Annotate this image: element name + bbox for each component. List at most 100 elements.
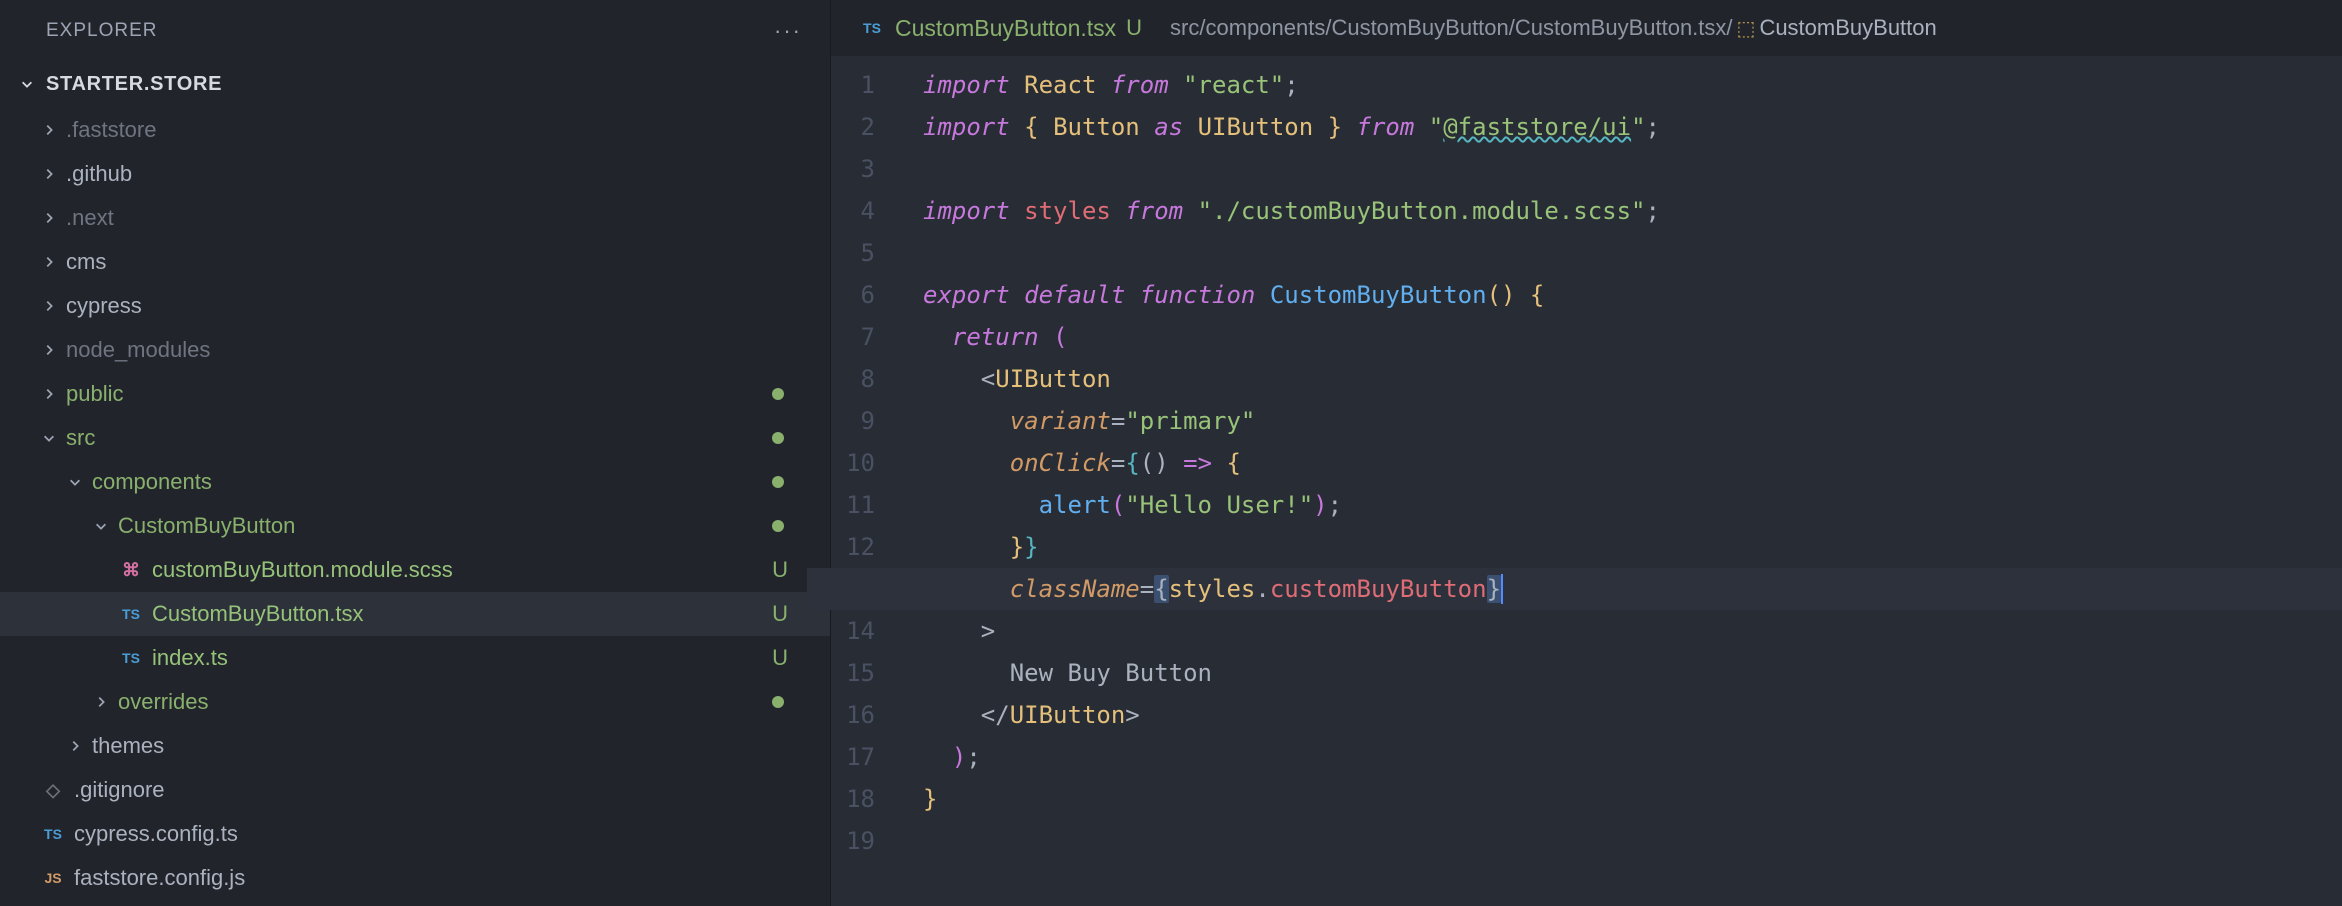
- tree-item-label: .next: [66, 205, 114, 231]
- tree-item-label: .faststore: [66, 117, 156, 143]
- code-line[interactable]: export default function CustomBuyButton(…: [899, 274, 2342, 316]
- line-number: 9: [831, 400, 875, 442]
- file-custombuybutton-tsx[interactable]: TSCustomBuyButton.tsxU: [0, 592, 830, 636]
- project-header[interactable]: STARTER.STORE: [0, 62, 830, 106]
- tab-filename: CustomBuyButton.tsx: [895, 15, 1116, 42]
- chevron-right-icon: [92, 693, 110, 711]
- code-line[interactable]: </UIButton>: [899, 694, 2342, 736]
- code-line[interactable]: <UIButton: [899, 358, 2342, 400]
- file-tree: .faststore .github .next cms cypress node_mod…: [0, 106, 830, 906]
- git-status-badge: U: [772, 601, 788, 627]
- code-line[interactable]: onClick={() => {: [899, 442, 2342, 484]
- folder--github[interactable]: .github: [0, 152, 830, 196]
- ts-icon: TS: [118, 650, 144, 666]
- line-number: 6: [831, 274, 875, 316]
- code-line[interactable]: className={styles.customBuyButton}: [807, 568, 2342, 610]
- tab-custombuybutton[interactable]: TS CustomBuyButton.tsx U: [843, 0, 1158, 56]
- code-line[interactable]: alert("Hello User!");: [899, 484, 2342, 526]
- git-modified-dot: [772, 476, 784, 488]
- folder-node-modules[interactable]: node_modules: [0, 328, 830, 372]
- code-line[interactable]: }: [899, 778, 2342, 820]
- project-title: STARTER.STORE: [46, 73, 222, 96]
- line-number: 5: [831, 232, 875, 274]
- code-line[interactable]: [899, 232, 2342, 274]
- tree-item-label: overrides: [118, 689, 208, 715]
- code-line[interactable]: import styles from "./customBuyButton.mo…: [899, 190, 2342, 232]
- line-number: 18: [831, 778, 875, 820]
- tree-item-label: src: [66, 425, 95, 451]
- text-caret: [1501, 574, 1503, 604]
- folder-themes[interactable]: themes: [0, 724, 830, 768]
- folder-components[interactable]: components: [0, 460, 830, 504]
- chevron-right-icon: [40, 385, 58, 403]
- code-line[interactable]: New Buy Button: [899, 652, 2342, 694]
- git-status-badge: U: [772, 645, 788, 671]
- folder-cypress[interactable]: cypress: [0, 284, 830, 328]
- git-modified-dot: [772, 432, 784, 444]
- code-line[interactable]: [899, 148, 2342, 190]
- folder-src[interactable]: src: [0, 416, 830, 460]
- more-icon[interactable]: ···: [774, 18, 802, 44]
- line-number: 12: [831, 526, 875, 568]
- chevron-down-icon: [40, 429, 58, 447]
- file--gitignore[interactable]: ◇.gitignore: [0, 768, 830, 812]
- file-faststore-config-js[interactable]: JSfaststore.config.js: [0, 856, 830, 900]
- file-custombuybutton-module-scss[interactable]: ⌘customBuyButton.module.scssU: [0, 548, 830, 592]
- git-modified-dot: [772, 520, 784, 532]
- folder-custombuybutton[interactable]: CustomBuyButton: [0, 504, 830, 548]
- tree-item-label: cms: [66, 249, 106, 275]
- code-line[interactable]: import { Button as UIButton } from "@fas…: [899, 106, 2342, 148]
- breadcrumb-path: src/components/CustomBuyButton/CustomBuy…: [1170, 15, 1732, 41]
- folder-cms[interactable]: cms: [0, 240, 830, 284]
- line-number: 4: [831, 190, 875, 232]
- folder-overrides[interactable]: overrides: [0, 680, 830, 724]
- tree-item-label: cypress: [66, 293, 142, 319]
- chevron-right-icon: [40, 341, 58, 359]
- tree-item-label: themes: [92, 733, 164, 759]
- line-number: 14: [831, 610, 875, 652]
- sidebar-header: EXPLORER ···: [0, 0, 830, 62]
- line-number: 11: [831, 484, 875, 526]
- chevron-right-icon: [66, 737, 84, 755]
- chevron-right-icon: [40, 297, 58, 315]
- tree-item-label: customBuyButton.module.scss: [152, 557, 453, 583]
- file-cypress-config-ts[interactable]: TScypress.config.ts: [0, 812, 830, 856]
- sidebar-title: EXPLORER: [46, 20, 157, 42]
- code-line[interactable]: [899, 820, 2342, 862]
- code-line[interactable]: >: [899, 610, 2342, 652]
- line-number: 19: [831, 820, 875, 862]
- line-number: 8: [831, 358, 875, 400]
- line-number: 3: [831, 148, 875, 190]
- line-number: 17: [831, 736, 875, 778]
- git-modified-dot: [772, 388, 784, 400]
- line-number: 10: [831, 442, 875, 484]
- chevron-right-icon: [40, 121, 58, 139]
- code-area[interactable]: 12345678910111213141516171819 import Rea…: [831, 56, 2342, 906]
- ts-icon: TS: [859, 20, 885, 36]
- breadcrumb[interactable]: src/components/CustomBuyButton/CustomBuy…: [1170, 15, 1937, 41]
- folder--next[interactable]: .next: [0, 196, 830, 240]
- code-line[interactable]: variant="primary": [899, 400, 2342, 442]
- symbol-icon: ⬚: [1737, 16, 1756, 41]
- line-number: 1: [831, 64, 875, 106]
- code-line[interactable]: );: [899, 736, 2342, 778]
- sass-icon: ⌘: [118, 560, 144, 581]
- code-line[interactable]: return (: [899, 316, 2342, 358]
- line-number: 16: [831, 694, 875, 736]
- code-line[interactable]: }}: [899, 526, 2342, 568]
- chevron-right-icon: [40, 209, 58, 227]
- tree-item-label: CustomBuyButton: [118, 513, 295, 539]
- file-index-ts[interactable]: TSindex.tsU: [0, 636, 830, 680]
- tab-git-status: U: [1126, 15, 1142, 41]
- code-line[interactable]: import React from "react";: [899, 64, 2342, 106]
- tree-item-label: public: [66, 381, 123, 407]
- chevron-right-icon: [40, 165, 58, 183]
- folder--faststore[interactable]: .faststore: [0, 108, 830, 152]
- line-number: 15: [831, 652, 875, 694]
- tab-bar: TS CustomBuyButton.tsx U src/components/…: [831, 0, 2342, 56]
- chevron-down-icon: [18, 75, 36, 93]
- editor-area: TS CustomBuyButton.tsx U src/components/…: [831, 0, 2342, 906]
- line-number: 2: [831, 106, 875, 148]
- folder-public[interactable]: public: [0, 372, 830, 416]
- code-lines[interactable]: import React from "react";import { Butto…: [899, 64, 2342, 906]
